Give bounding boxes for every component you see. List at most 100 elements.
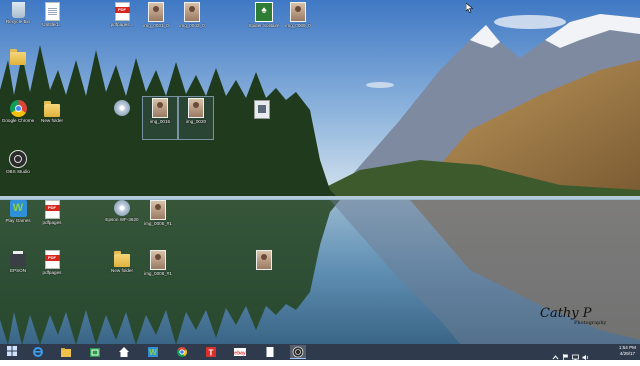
taskbar: W T ebay 1:54 PM 4/29/17 bbox=[0, 344, 640, 361]
clock-date: 4/29/17 bbox=[619, 351, 636, 356]
home-taskbar-button[interactable] bbox=[116, 345, 132, 359]
desktop-icon-obs-studio[interactable]: OBS Studio bbox=[0, 150, 36, 190]
games-taskbar-button[interactable]: W bbox=[145, 345, 161, 359]
photo-icon bbox=[188, 98, 204, 118]
desktop-icon-photo[interactable]: img_0005_#1 bbox=[140, 200, 176, 240]
folder-icon bbox=[44, 101, 60, 117]
desktop-icon-pdf[interactable]: pdfpages... bbox=[104, 2, 140, 42]
clock[interactable]: 1:54 PM 4/29/17 bbox=[619, 345, 636, 357]
mouse-pointer-icon bbox=[466, 3, 473, 13]
desktop-icon-photo[interactable]: img_0015 bbox=[142, 98, 178, 138]
desktop-icon-document[interactable]: Untitled... bbox=[34, 2, 70, 42]
desktop-icon-recycle-bin[interactable]: Recycle Bin bbox=[0, 2, 36, 42]
svg-text:ebay: ebay bbox=[234, 351, 246, 357]
wallpaper bbox=[0, 0, 640, 344]
photo-icon bbox=[150, 200, 166, 220]
system-tray: 1:54 PM 4/29/17 bbox=[550, 344, 640, 361]
windows-logo-icon bbox=[7, 346, 17, 356]
volume-icon[interactable] bbox=[582, 348, 589, 361]
document-icon bbox=[266, 347, 274, 357]
recycle-bin-icon bbox=[11, 2, 25, 18]
desktop-icon-photo[interactable]: img_0069_0 bbox=[280, 2, 316, 42]
photo-icon bbox=[152, 98, 168, 118]
ebay-taskbar-button[interactable]: ebay bbox=[232, 345, 248, 359]
desktop-icon-photo[interactable]: img_0031_0 bbox=[138, 2, 174, 42]
photo-icon bbox=[184, 2, 200, 22]
photographer-watermark: Cathy P Photography bbox=[540, 306, 607, 326]
folder-icon bbox=[114, 251, 130, 267]
start-button[interactable] bbox=[4, 345, 20, 359]
desktop-icon-photo[interactable]: img_0008_#1 bbox=[140, 250, 176, 290]
store-taskbar-button[interactable] bbox=[87, 345, 103, 359]
desktop-icon-pdf[interactable]: pdfpages bbox=[34, 200, 70, 240]
obs-icon bbox=[292, 346, 304, 358]
file-explorer-taskbar-button[interactable] bbox=[58, 345, 74, 359]
desktop-icon-photo[interactable]: img_0020 bbox=[178, 98, 214, 138]
pdf-icon bbox=[44, 250, 60, 269]
desktop-icon-disc[interactable] bbox=[104, 100, 140, 140]
pdf-icon bbox=[114, 2, 130, 21]
folder-icon bbox=[10, 49, 26, 65]
desktop-icon-folder[interactable] bbox=[0, 48, 36, 88]
photo-icon bbox=[290, 2, 306, 22]
network-icon[interactable] bbox=[572, 348, 579, 361]
exe-icon bbox=[254, 100, 270, 119]
icon-label: pdfpages... bbox=[110, 22, 134, 27]
desktop-icon-photo[interactable] bbox=[246, 250, 282, 290]
doc-taskbar-button[interactable] bbox=[262, 345, 278, 359]
icon-label: img_0008_#1 bbox=[144, 271, 172, 276]
watermark-subtitle: Photography bbox=[574, 320, 607, 326]
ie-taskbar-button[interactable] bbox=[30, 345, 46, 359]
desktop-icon-epson-wf-3620[interactable]: Epson WF-3620 bbox=[104, 200, 140, 240]
desktop-icon-spider-solitaire[interactable]: Spider Solitaire bbox=[246, 2, 282, 42]
icon-label: Google Chrome bbox=[1, 118, 35, 123]
disc-icon bbox=[114, 100, 130, 116]
internet-explorer-icon bbox=[33, 347, 43, 357]
games-icon: W bbox=[148, 347, 158, 357]
icon-label: Recycle Bin bbox=[5, 19, 31, 24]
pdf-icon bbox=[44, 200, 60, 219]
icon-label: img_0031_0 bbox=[143, 23, 169, 28]
icon-label: New folder bbox=[41, 118, 63, 123]
desktop-icon-pdf[interactable]: pdfpages bbox=[34, 250, 70, 290]
desktop-icon-program[interactable] bbox=[244, 100, 280, 140]
chevron-up-icon[interactable] bbox=[552, 348, 559, 360]
desktop-icon-google-chrome[interactable]: Google Chrome bbox=[0, 100, 36, 140]
icon-label: img_0042_0 bbox=[179, 23, 205, 28]
obs-taskbar-button[interactable] bbox=[290, 345, 306, 359]
icon-label: Spider Solitaire bbox=[248, 23, 280, 28]
ebay-icon: ebay bbox=[234, 348, 246, 357]
disc-icon bbox=[114, 200, 130, 216]
solitaire-icon bbox=[255, 2, 273, 22]
icon-label: img_0020 bbox=[185, 119, 207, 124]
document-icon bbox=[44, 2, 60, 21]
desktop-icon-play-games[interactable]: Play Games bbox=[0, 200, 36, 240]
desktop-icon-new-folder[interactable]: New folder bbox=[104, 250, 140, 290]
desktop[interactable]: Recycle Bin Untitled... pdfpages... img_… bbox=[0, 0, 640, 344]
chrome-icon bbox=[177, 347, 187, 357]
icon-label: img_0015 bbox=[149, 119, 171, 124]
icon-label: img_0005_#1 bbox=[144, 221, 172, 226]
icon-label: New folder bbox=[111, 268, 133, 273]
chrome-icon bbox=[9, 100, 27, 117]
svg-text:W: W bbox=[149, 348, 157, 357]
icon-label: EPSON bbox=[9, 268, 27, 273]
photo-icon bbox=[150, 250, 166, 270]
desktop-icon-new-folder[interactable]: New folder bbox=[34, 100, 70, 140]
icon-label: Untitled... bbox=[42, 22, 62, 27]
store-icon bbox=[90, 348, 100, 357]
icon-label: pdfpages bbox=[42, 270, 62, 275]
printer-icon bbox=[10, 251, 26, 267]
desktop-icon-epson[interactable]: EPSON bbox=[0, 250, 36, 290]
icon-label: img_0069_0 bbox=[285, 23, 311, 28]
photo-icon bbox=[256, 250, 272, 270]
icon-label: pdfpages bbox=[42, 220, 62, 225]
watermark-signature: Cathy P bbox=[540, 306, 592, 321]
photo-icon bbox=[148, 2, 164, 22]
games-icon bbox=[9, 200, 27, 217]
svg-text:T: T bbox=[209, 349, 214, 358]
desktop-icon-photo[interactable]: img_0042_0 bbox=[174, 2, 210, 42]
flag-icon[interactable] bbox=[562, 348, 569, 361]
t-app-taskbar-button[interactable]: T bbox=[203, 345, 219, 359]
chrome-taskbar-button[interactable] bbox=[174, 345, 190, 359]
